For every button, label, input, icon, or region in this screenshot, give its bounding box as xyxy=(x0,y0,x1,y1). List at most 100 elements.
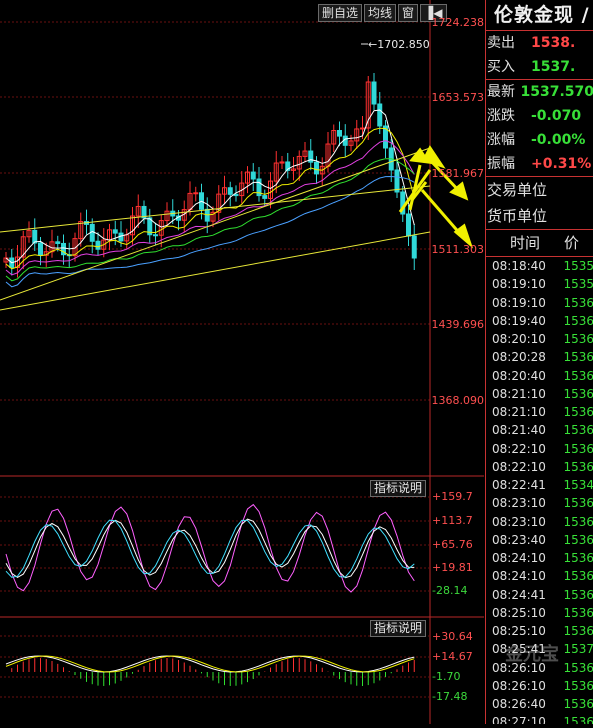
volume-axis-label: -1.70 xyxy=(432,670,461,683)
tick-row: 08:26:40 1536 xyxy=(486,695,593,713)
delete-favorite-button[interactable]: 删自选 xyxy=(318,4,363,22)
sell-value: 1538. xyxy=(531,35,576,51)
tick-time: 08:21:10 xyxy=(492,405,546,419)
candle xyxy=(32,229,38,244)
tick-time: 08:21:10 xyxy=(492,386,546,401)
candlestick-chart[interactable]: ←1702.850 xyxy=(0,0,484,724)
price-axis-label: 1511.303 xyxy=(431,243,485,256)
volume-lines xyxy=(5,655,415,673)
tick-row: 08:22:10 1536 xyxy=(486,440,593,458)
tick-row: 08:23:40 1536 xyxy=(486,531,593,549)
tick-price: 1536 xyxy=(563,569,593,584)
tick-row: 08:21:10 1536 xyxy=(486,385,593,403)
change-value: -0.070 xyxy=(531,108,582,124)
amp-label: 振幅 xyxy=(487,156,515,172)
candle xyxy=(250,171,256,180)
macd-line xyxy=(5,503,415,593)
tick-row: 08:21:40 1536 xyxy=(486,421,593,439)
candle xyxy=(411,235,417,259)
tick-time: 08:26:40 xyxy=(492,697,546,711)
tick-time: 08:25:10 xyxy=(492,624,546,638)
tick-time: 08:19:10 xyxy=(492,277,546,292)
tick-row: 08:19:10 1536 xyxy=(486,294,593,312)
tick-time: 08:20:28 xyxy=(492,350,546,365)
tick-price: 1536 xyxy=(563,441,593,456)
window-button[interactable]: 窗 xyxy=(398,4,419,22)
tick-time: 08:22:41 xyxy=(492,478,546,492)
kline-button[interactable]: 均线 xyxy=(364,4,397,22)
change-label: 涨跌 xyxy=(487,108,515,124)
watermark-logo: 金元宝 xyxy=(505,644,559,665)
tick-row: 08:19:40 1536 xyxy=(486,312,593,330)
tick-time: 08:20:10 xyxy=(492,332,546,346)
tick-price: 1536 xyxy=(563,514,593,529)
tick-time: 08:25:10 xyxy=(492,605,546,620)
tick-price: 1536 xyxy=(563,423,593,438)
tick-row: 08:24:10 1536 xyxy=(486,567,593,585)
candle xyxy=(406,213,411,237)
tick-price-header: 价 xyxy=(564,234,580,252)
tick-header: 时间 价 xyxy=(486,229,593,257)
tick-time: 08:23:10 xyxy=(492,514,546,529)
last-value: 1537.570 xyxy=(520,84,593,100)
volume-indicator-help-button[interactable]: 指标说明 xyxy=(370,620,427,637)
tick-price: 1534 xyxy=(563,478,593,492)
tick-price: 1536 xyxy=(563,624,593,638)
tick-row: 08:27:10 1536 xyxy=(486,713,593,724)
candle xyxy=(371,81,377,105)
tick-row: 08:19:10 1535 xyxy=(486,275,593,293)
candle xyxy=(153,234,158,237)
tick-price: 1536 xyxy=(563,459,593,474)
tick-time: 08:22:10 xyxy=(492,459,546,474)
macd-axis-label: -28.14 xyxy=(432,584,468,597)
last-row: 最新 1537.570 xyxy=(486,79,593,104)
chart-area[interactable]: ←1702.850 删自选 均线 窗 ▐◀ 1724.238 1653.573 … xyxy=(0,0,484,724)
buy-label: 买入 xyxy=(487,59,515,75)
pct-row: 涨幅 -0.00% xyxy=(486,128,593,152)
tick-time: 08:27:10 xyxy=(492,715,546,724)
candle xyxy=(55,241,61,244)
sell-label: 卖出 xyxy=(487,35,515,51)
sell-row: 卖出 1538. xyxy=(486,31,593,55)
tick-time: 08:24:10 xyxy=(492,569,546,584)
macd-axis-label: +159.7 xyxy=(432,490,473,503)
quote-panel: 伦敦金现 / 卖出 1538. 买入 1537. 最新 1537.570 涨跌 … xyxy=(485,0,593,724)
tick-price: 1536 xyxy=(563,350,593,365)
tick-row: 08:26:10 1536 xyxy=(486,677,593,695)
pct-label: 涨幅 xyxy=(487,132,515,148)
tick-row: 08:22:41 1534 xyxy=(486,476,593,494)
buy-value: 1537. xyxy=(531,59,576,75)
tick-row: 08:18:40 1535 xyxy=(486,257,593,275)
candle xyxy=(314,161,319,175)
candle xyxy=(337,130,342,137)
candle xyxy=(377,103,383,127)
tick-price: 1535 xyxy=(563,259,593,273)
tick-price: 1536 xyxy=(563,386,593,401)
tick-row: 08:20:10 1536 xyxy=(486,330,593,348)
price-axis-label: 1653.573 xyxy=(431,91,485,104)
tick-price: 1536 xyxy=(563,660,593,675)
unit-label: 交易单位 xyxy=(486,176,593,203)
high-marker: ←1702.850 xyxy=(368,38,430,51)
tick-price: 1536 xyxy=(563,313,593,328)
tick-price: 1536 xyxy=(563,496,593,511)
tick-time: 08:26:10 xyxy=(492,678,546,693)
tick-price: 1537 xyxy=(563,642,593,657)
tick-row: 08:20:40 1536 xyxy=(486,367,593,385)
instrument-title: 伦敦金现 / xyxy=(486,0,593,31)
tick-row: 08:25:10 1536 xyxy=(486,604,593,622)
tick-row: 08:23:10 1536 xyxy=(486,494,593,512)
tick-price: 1536 xyxy=(563,697,593,711)
tick-price: 1536 xyxy=(563,715,593,724)
tick-row: 08:22:10 1536 xyxy=(486,458,593,476)
tick-price: 1536 xyxy=(563,368,593,383)
tick-time: 08:19:40 xyxy=(492,313,546,328)
macd-indicator-help-button[interactable]: 指标说明 xyxy=(370,480,427,497)
price-axis-label: 1439.696 xyxy=(431,318,485,331)
tick-time: 08:24:41 xyxy=(492,587,546,602)
moving-average-line xyxy=(5,158,415,282)
macd-axis-label: +113.7 xyxy=(432,514,473,527)
tick-time-header: 时间 xyxy=(509,234,540,252)
change-row: 涨跌 -0.070 xyxy=(486,104,593,128)
tick-price: 1535 xyxy=(563,277,593,292)
